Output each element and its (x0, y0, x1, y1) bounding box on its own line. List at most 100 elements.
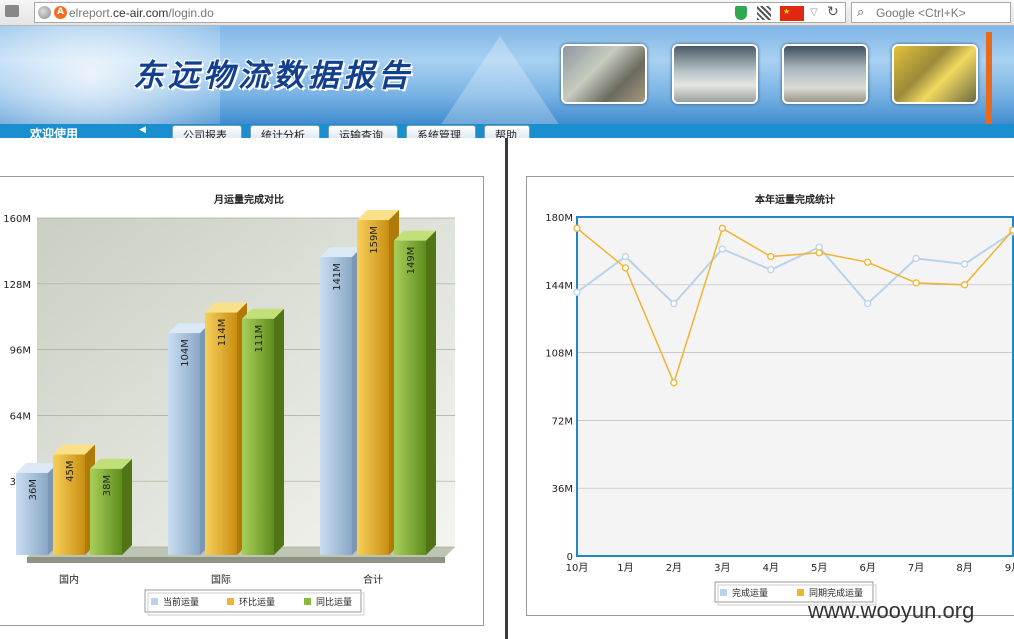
nav-bar: 欢迎使用 ◀ 公司报表 统计分析 运输查询 系统管理 帮助 (0, 124, 1014, 138)
bar-value-label: 45M (65, 460, 76, 481)
shield-icon[interactable] (735, 6, 747, 20)
legend-label: 当前运量 (163, 596, 199, 608)
tab-help[interactable]: 帮助 (484, 125, 530, 138)
y-tick-label: 96M (10, 346, 31, 357)
warehouse-photo-3 (782, 44, 868, 104)
y-tick-label: 72M (552, 416, 573, 427)
y-tick-label: 144M (545, 281, 573, 292)
data-point (670, 299, 678, 308)
yearly-volume-line-chart: 本年运量完成统计 0 36M 72M 108M 144M 180M 10月 1月 2月 3月 4月 5… (545, 193, 1014, 606)
x-tick-label: 6月 (859, 562, 875, 574)
legend-swatch (227, 598, 234, 605)
x-tick-label: 3月 (714, 562, 730, 574)
china-flag-icon: ★ (780, 6, 804, 21)
bar-side (274, 308, 284, 555)
bar-side (426, 230, 436, 555)
data-point (621, 252, 630, 261)
tab-system-management[interactable]: 系统管理 (406, 125, 476, 138)
x-category-label: 国际 (211, 574, 231, 586)
y-tick-label: 0 (567, 552, 573, 563)
y-tick-label: 64M (10, 411, 31, 422)
x-category-label: 合计 (363, 573, 383, 586)
bar (394, 240, 426, 555)
legend-swatch (797, 589, 804, 596)
url-text[interactable]: elreport.ce-air.com/login.do (69, 6, 214, 20)
legend-swatch (720, 589, 727, 596)
x-category-label: 国内 (59, 573, 79, 586)
banner-title: 东远物流数据报告 (133, 58, 413, 94)
x-tick-label: 1月 (617, 562, 633, 574)
data-point (912, 254, 920, 263)
data-point (670, 379, 678, 387)
browser-toolbar: A elreport.ce-air.com/login.do ★ ▽ ↻ ⌕ G… (0, 0, 1014, 26)
bar-value-label: 111M (254, 325, 265, 353)
bar-chart-legend: 当前运量 环比运量 同比运量 (144, 589, 365, 616)
x-tick-label: 7月 (908, 562, 924, 574)
legend-swatch (304, 598, 311, 605)
data-point (767, 266, 775, 274)
search-input[interactable]: Google <Ctrl+K> (876, 6, 966, 20)
data-point (1009, 226, 1014, 234)
data-point (960, 260, 969, 268)
line-chart-panel: 本年运量完成统计 0 36M 72M 108M 144M 180M 10月 1月 2月 3月 4月 5… (526, 176, 1014, 616)
x-tick-label: 2月 (666, 562, 682, 574)
data-point (621, 264, 630, 272)
bar-side (122, 458, 132, 555)
plot-floor-edge (27, 557, 445, 563)
tab-company-reports[interactable]: 公司报表 (172, 125, 242, 138)
bar-value-label: 149M (406, 247, 417, 275)
y-tick-label: 160M (3, 214, 31, 225)
bar (320, 257, 352, 555)
x-tick-label: 5月 (811, 562, 827, 574)
bar-value-label: 141M (332, 263, 343, 291)
welcome-text: 欢迎使用 (30, 127, 79, 138)
dropdown-arrow-icon[interactable]: ▽ (810, 7, 818, 18)
bar-chart-title: 月运量完成对比 (213, 193, 284, 206)
legend-label: 同比运量 (316, 596, 352, 608)
address-bar[interactable]: A elreport.ce-air.com/login.do ★ ▽ ↻ (34, 2, 846, 23)
bar-chart-panel: 月运量完成对比 032M64M96M128M160M36M45M38M国内104… (0, 176, 484, 626)
data-point (960, 281, 969, 289)
y-tick-label: 108M (545, 349, 573, 360)
legend-label: 完成运量 (732, 587, 768, 599)
monthly-volume-bar-chart: 月运量完成对比 032M64M96M128M160M36M45M38M国内104… (3, 193, 455, 616)
frame-divider[interactable] (505, 138, 508, 639)
collapse-arrow-icon[interactable]: ◀ (139, 125, 146, 135)
bar (357, 220, 389, 555)
bar (205, 312, 237, 555)
reload-icon[interactable]: ↻ (827, 4, 839, 20)
banner: 东远物流数据报告 (0, 26, 1014, 124)
legend-swatch (151, 598, 158, 605)
bar-value-label: 114M (217, 319, 228, 347)
data-point (864, 299, 872, 308)
data-point (864, 258, 872, 266)
watermark-text: www.wooyun.org (808, 598, 975, 623)
x-tick-label: 4月 (763, 562, 779, 574)
data-point (815, 249, 823, 257)
data-point (573, 224, 581, 232)
tab-transport-query[interactable]: 运输查询 (328, 125, 398, 138)
warehouse-photo-4 (892, 44, 978, 104)
qr-code-icon[interactable] (757, 6, 771, 20)
y-tick-label: 128M (3, 280, 31, 291)
banner-orange-strip (986, 32, 992, 124)
data-point (767, 252, 775, 261)
line-chart-title: 本年运量完成统计 (755, 193, 835, 206)
banner-triangle (440, 36, 560, 124)
site-a-icon: A (54, 6, 67, 19)
bar-value-label: 38M (102, 475, 113, 496)
bar-value-label: 104M (180, 339, 191, 367)
search-box[interactable]: ⌕ Google <Ctrl+K> (851, 2, 1011, 23)
x-tick-label: 10月 (566, 562, 589, 574)
tab-statistics[interactable]: 统计分析 (250, 125, 320, 138)
x-tick-label: 8月 (956, 562, 972, 574)
data-point (718, 224, 726, 232)
data-point (718, 245, 726, 253)
data-point (912, 279, 920, 287)
bar-value-label: 159M (369, 226, 380, 254)
window-menu-icon[interactable] (5, 5, 19, 17)
data-point (573, 288, 581, 296)
x-tick-label: 9月 (1005, 562, 1014, 574)
globe-icon (38, 6, 51, 19)
plot-area (577, 217, 1013, 556)
